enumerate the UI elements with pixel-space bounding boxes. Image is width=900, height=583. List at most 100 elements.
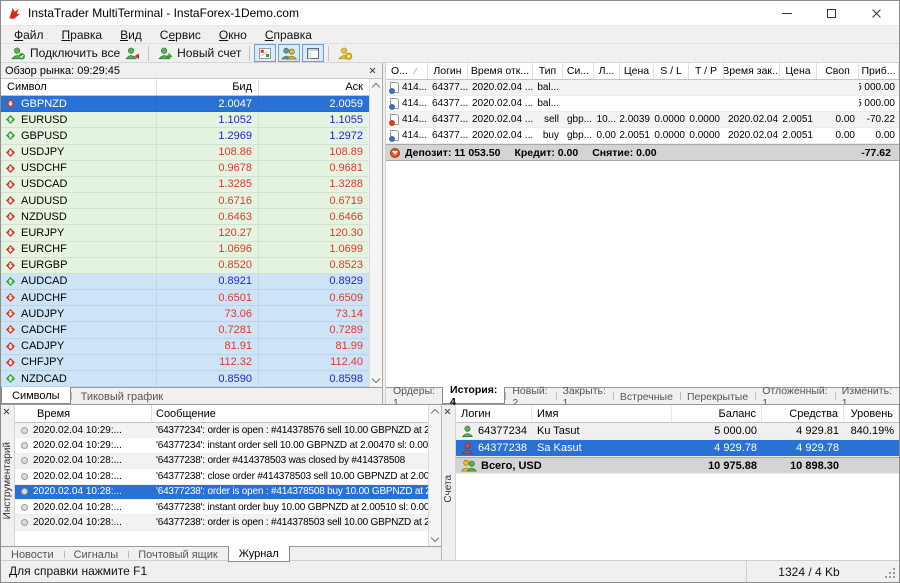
column-time[interactable]: Время	[15, 408, 151, 420]
order-row[interactable]: 414...64377...2020.02.04 ...bal...5 000.…	[386, 96, 899, 112]
orders-column-9[interactable]: Время зак...	[724, 63, 780, 79]
tab-закрыть-1[interactable]: Закрыть: 1	[556, 388, 613, 404]
accounts-column-уровень[interactable]: Уровень	[844, 405, 899, 422]
journal-time: 2020.02.04 10:28:...	[33, 517, 151, 528]
market-watch-row-cadchf[interactable]: CADCHF 0.7281 0.7289	[1, 322, 369, 338]
menu-правка[interactable]: Правка	[53, 28, 112, 42]
symbol-name: AUDCHF	[21, 292, 67, 304]
tab-новый-2[interactable]: Новый: 2	[505, 388, 555, 404]
journal-row[interactable]: 2020.02.04 10:28:... '64377238': order i…	[15, 515, 428, 530]
tab-изменить-1[interactable]: Изменить: 1	[835, 388, 899, 404]
market-watch-row-eurusd[interactable]: EURUSD 1.1052 1.1055	[1, 112, 369, 128]
order-row[interactable]: 414...64377...2020.02.04 ...bal...5 000.…	[386, 80, 899, 96]
accounts-column-средства[interactable]: Средства	[762, 405, 844, 422]
market-watch-row-eurchf[interactable]: EURCHF 1.0696 1.0699	[1, 242, 369, 258]
accounts-column-имя[interactable]: Имя	[532, 405, 672, 422]
market-watch-row-chfjpy[interactable]: CHFJPY 112.32 112.40	[1, 355, 369, 371]
market-watch-row-usdchf[interactable]: USDCHF 0.9678 0.9681	[1, 161, 369, 177]
market-watch-row-audchf[interactable]: AUDCHF 0.6501 0.6509	[1, 290, 369, 306]
minimize-button[interactable]	[764, 1, 809, 25]
order-row[interactable]: 414...64377...2020.02.04 ...buygbp...0.0…	[386, 128, 899, 144]
connect-all-button[interactable]: Подключить все	[5, 44, 145, 62]
market-watch-row-nzdusd[interactable]: NZDUSD 0.6463 0.6466	[1, 209, 369, 225]
orders-column-2[interactable]: Время отк...	[468, 63, 533, 79]
accounts-column-логин[interactable]: Логин	[456, 405, 532, 422]
menu-сервис[interactable]: Сервис	[151, 28, 210, 42]
orders-summary-row: Депозит: 11 053.50 Кредит: 0.00 Снятие: …	[386, 144, 899, 161]
market-watch-row-audjpy[interactable]: AUDJPY 73.06 73.14	[1, 306, 369, 322]
orders-column-10[interactable]: Цена	[780, 63, 817, 79]
close-toolbox-icon[interactable]	[3, 408, 10, 415]
column-bid[interactable]: Бид	[156, 79, 258, 95]
orders-column-12[interactable]: Приб...	[859, 63, 899, 79]
journal-row[interactable]: 2020.02.04 10:28:... '64377238': order #…	[15, 454, 428, 469]
scroll-down-icon[interactable]	[431, 534, 439, 542]
journal-row[interactable]: 2020.02.04 10:28:... '64377238': order i…	[15, 485, 428, 500]
order-cell-8: 0.0000	[689, 128, 724, 143]
column-message[interactable]: Сообщение	[151, 405, 441, 422]
orders-column-1[interactable]: Логин	[428, 63, 468, 79]
scroll-up-icon[interactable]	[431, 409, 439, 417]
menu-окно[interactable]: Окно	[210, 28, 256, 42]
tab-история-4[interactable]: История: 4	[442, 387, 505, 404]
orders-column-8[interactable]: T / P	[689, 63, 724, 79]
close-button[interactable]	[854, 1, 899, 25]
menu-вид[interactable]: Вид	[111, 28, 151, 42]
order-row[interactable]: 414...64377...2020.02.04 ...sellgbp...10…	[386, 112, 899, 128]
scroll-up-icon[interactable]	[372, 83, 380, 91]
market-watch-row-audcad[interactable]: AUDCAD 0.8921 0.8929	[1, 274, 369, 290]
order-cell-6: 2.0039	[620, 112, 654, 127]
maximize-button[interactable]	[809, 1, 854, 25]
market-watch-row-eurgbp[interactable]: EURGBP 0.8520 0.8523	[1, 258, 369, 274]
market-watch-row-usdcad[interactable]: USDCAD 1.3285 1.3288	[1, 177, 369, 193]
symbol-up-icon	[6, 115, 15, 124]
journal-scrollbar[interactable]	[428, 405, 441, 546]
journal-row[interactable]: 2020.02.04 10:28:... '64377238': close o…	[15, 469, 428, 484]
market-watch-row-eurjpy[interactable]: EURJPY 120.27 120.30	[1, 225, 369, 241]
market-watch-row-nzdcad[interactable]: NZDCAD 0.8590 0.8598	[1, 371, 369, 387]
scroll-down-icon[interactable]	[372, 375, 380, 383]
tab-отложенный-1[interactable]: Отложенный: 1	[755, 388, 835, 404]
settings-button[interactable]	[332, 44, 358, 62]
column-ask[interactable]: Аск	[258, 79, 369, 95]
tab-символы[interactable]: Символы	[1, 387, 71, 404]
market-watch-row-usdjpy[interactable]: USDJPY 108.86 108.89	[1, 145, 369, 161]
toolbox-toggle-button[interactable]	[302, 44, 324, 62]
orders-column-11[interactable]: Своп	[817, 63, 859, 79]
close-accounts-icon[interactable]	[444, 408, 451, 415]
new-account-button[interactable]: Новый счет	[152, 44, 246, 62]
orders-column-6[interactable]: Цена	[620, 63, 654, 79]
orders-column-0[interactable]: О...∕	[386, 63, 428, 79]
ask-value: 0.6466	[258, 209, 369, 224]
tab-встречные[interactable]: Встречные	[613, 388, 680, 404]
market-watch-row-gbpusd[interactable]: GBPUSD 1.2969 1.2972	[1, 128, 369, 144]
market-watch-row-cadjpy[interactable]: CADJPY 81.91 81.99	[1, 339, 369, 355]
accounts-toggle-button[interactable]	[278, 44, 300, 62]
orders-column-7[interactable]: S / L	[654, 63, 689, 79]
orders-column-4[interactable]: Си...	[563, 63, 594, 79]
menu-справка[interactable]: Справка	[256, 28, 321, 42]
orders-column-5[interactable]: Л...	[594, 63, 620, 79]
resize-grip[interactable]	[893, 576, 895, 578]
ask-value: 108.89	[258, 145, 369, 160]
accounts-column-баланс[interactable]: Баланс	[672, 405, 762, 422]
tab-журнал[interactable]: Журнал	[228, 546, 290, 562]
tab-тиковый-график[interactable]: Тиковый график	[71, 388, 174, 404]
market-watch-row-gbpnzd[interactable]: GBPNZD 2.0047 2.0059	[1, 96, 369, 112]
journal-row[interactable]: 2020.02.04 10:29:... '64377234': instant…	[15, 438, 428, 453]
column-symbol[interactable]: Символ	[1, 81, 156, 93]
orders-column-3[interactable]: Тип	[533, 63, 563, 79]
menu-файл[interactable]: Файл	[5, 28, 53, 42]
status-help-text: Для справки нажмите F1	[9, 564, 147, 578]
market-watch-scrollbar[interactable]	[369, 79, 382, 387]
account-row-64377238[interactable]: 64377238 Sa Kasut 4 929.78 4 929.78	[456, 440, 899, 457]
disconnect-all-icon[interactable]	[124, 46, 140, 60]
market-watch-row-audusd[interactable]: AUDUSD 0.6716 0.6719	[1, 193, 369, 209]
tab-ордеры-1[interactable]: Ордеры: 1	[386, 388, 442, 404]
tick-chart-toggle-button[interactable]	[254, 44, 276, 62]
tab-перекрытые[interactable]: Перекрытые	[680, 388, 755, 404]
journal-row[interactable]: 2020.02.04 10:28:... '64377238': instant…	[15, 500, 428, 515]
close-market-watch-icon[interactable]	[369, 67, 376, 74]
account-row-64377234[interactable]: 64377234 Ku Tasut 5 000.00 4 929.81 840.…	[456, 423, 899, 440]
journal-row[interactable]: 2020.02.04 10:29:... '64377234': order i…	[15, 423, 428, 438]
